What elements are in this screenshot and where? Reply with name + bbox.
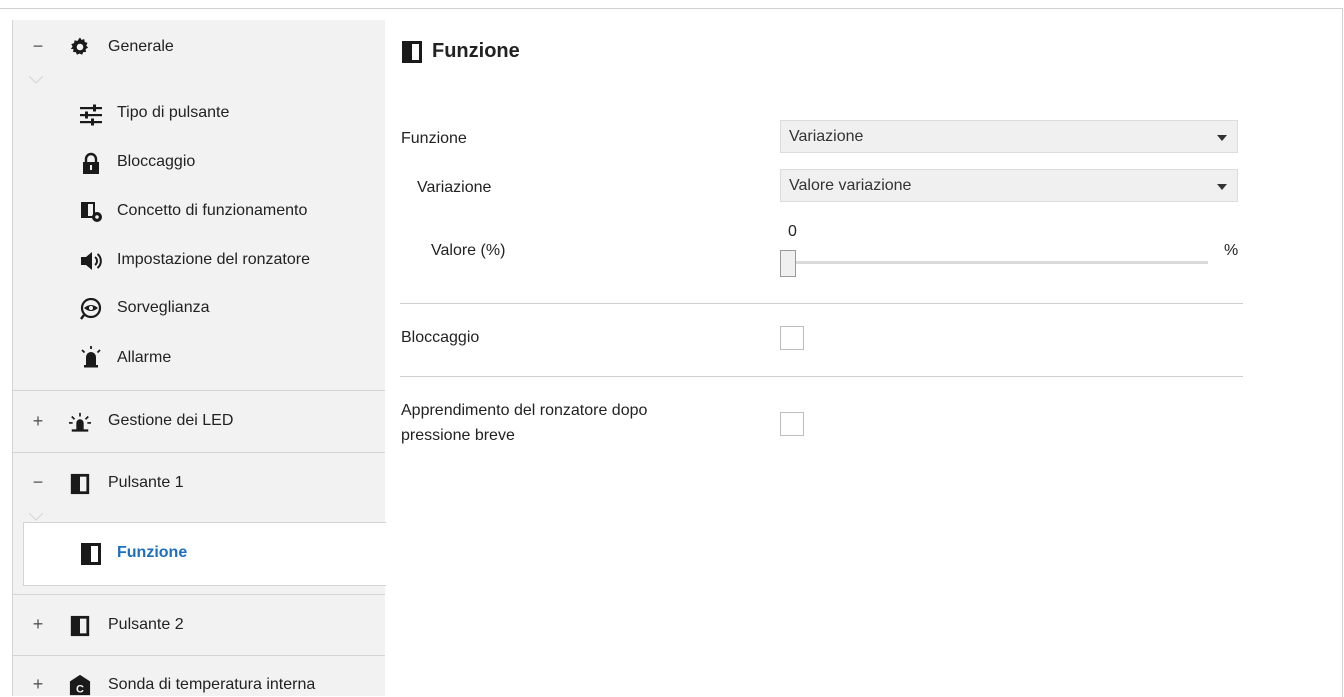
sidebar-item-label: Gestione dei LED <box>108 412 234 429</box>
expand-toggle[interactable]: + <box>31 614 45 635</box>
bloccaggio-checkbox[interactable] <box>780 326 804 350</box>
apprendimento-checkbox[interactable] <box>780 412 804 436</box>
sidebar-item-sorveglianza[interactable]: Sorveglianza <box>13 291 385 331</box>
collapse-toggle[interactable]: − <box>31 472 45 493</box>
apprendimento-label-line1: Apprendimento del ronzatore dopo <box>401 402 648 419</box>
valore-slider-thumb[interactable] <box>780 250 796 277</box>
sidebar-item-tipo-di-pulsante[interactable]: Tipo di pulsante <box>13 95 385 135</box>
sidebar-item-label: Sorveglianza <box>117 299 210 316</box>
expand-toggle[interactable]: + <box>31 411 45 432</box>
slider-value: 0 <box>788 223 797 240</box>
dropdown-value: Variazione <box>789 128 864 145</box>
tree-caret <box>29 76 43 84</box>
apprendimento-label-line2: pressione breve <box>401 427 515 444</box>
valore-label: Valore (%) <box>431 242 506 259</box>
sidebar-item-concetto-di-funzionamento[interactable]: Concetto di funzionamento <box>13 193 385 233</box>
variazione-dropdown[interactable]: Valore variazione <box>780 169 1238 202</box>
variazione-label: Variazione <box>417 179 492 196</box>
sidebar-tree: − Generale Tipo di pulsante Bloccaggio C… <box>12 20 386 696</box>
main-panel: Funzione Funzione Variazione Variazione … <box>400 20 1340 696</box>
pushbutton-icon <box>70 473 90 495</box>
expand-toggle[interactable]: + <box>31 674 45 695</box>
divider <box>400 376 1243 377</box>
sidebar-item-label: Generale <box>108 38 174 55</box>
sidebar-group-pulsante-1[interactable]: − Pulsante 1 <box>13 453 385 515</box>
funzione-label: Funzione <box>401 130 467 147</box>
pushbutton-icon <box>402 41 422 63</box>
sidebar-item-label: Concetto di funzionamento <box>117 202 308 219</box>
sidebar-item-label: Pulsante 1 <box>108 474 184 491</box>
pushbutton-icon <box>81 543 101 565</box>
sidebar-group-sonda-temperatura[interactable]: + C Sonda di temperatura interna <box>13 656 385 696</box>
tree-caret <box>29 513 43 521</box>
page-title: Funzione <box>432 40 520 62</box>
sidebar-group-gestione-led[interactable]: + Gestione dei LED <box>13 391 385 453</box>
sidebar-item-bloccaggio[interactable]: Bloccaggio <box>13 144 385 184</box>
sidebar-group-generale[interactable]: − Generale <box>13 20 385 78</box>
sidebar-item-label: Sonda di temperatura interna <box>108 676 316 693</box>
chevron-down-icon <box>1217 184 1227 190</box>
chevron-down-icon <box>1217 135 1227 141</box>
speaker-icon <box>81 252 102 270</box>
sidebar-item-label: Funzione <box>117 544 188 561</box>
sliders-icon <box>80 104 102 126</box>
sidebar-group-pulsante-2[interactable]: + Pulsante 2 <box>13 595 385 656</box>
sidebar-item-label: Pulsante 2 <box>108 616 184 633</box>
eye-icon <box>80 298 102 320</box>
led-icon <box>69 412 91 432</box>
valore-slider-track[interactable] <box>780 261 1208 264</box>
sidebar-subitems-generale: Tipo di pulsante Bloccaggio Concetto di … <box>13 76 385 391</box>
alarm-icon <box>81 346 101 368</box>
sidebar-item-funzione[interactable]: Funzione <box>23 522 386 586</box>
sidebar-item-label: Tipo di pulsante <box>117 104 230 121</box>
sidebar-subitems-pulsante-1: Funzione <box>13 513 386 595</box>
sidebar-item-allarme[interactable]: Allarme <box>13 340 385 380</box>
dropdown-value: Valore variazione <box>789 177 912 194</box>
sidebar-item-impostazione-ronzatore[interactable]: Impostazione del ronzatore <box>13 242 385 282</box>
temperature-sensor-icon: C <box>69 674 91 695</box>
slider-unit: % <box>1224 242 1239 259</box>
svg-text:C: C <box>76 683 84 695</box>
sidebar-item-label: Impostazione del ronzatore <box>117 251 310 268</box>
sidebar-item-label: Allarme <box>117 349 172 366</box>
funzione-dropdown[interactable]: Variazione <box>780 120 1238 153</box>
collapse-toggle[interactable]: − <box>31 36 45 57</box>
bloccaggio-label: Bloccaggio <box>401 329 480 346</box>
gear-icon <box>70 37 89 55</box>
sidebar-item-label: Bloccaggio <box>117 153 196 170</box>
pushbutton-icon <box>70 615 90 637</box>
lock-icon <box>83 152 99 174</box>
divider <box>400 303 1243 304</box>
button-gear-icon <box>81 202 102 222</box>
